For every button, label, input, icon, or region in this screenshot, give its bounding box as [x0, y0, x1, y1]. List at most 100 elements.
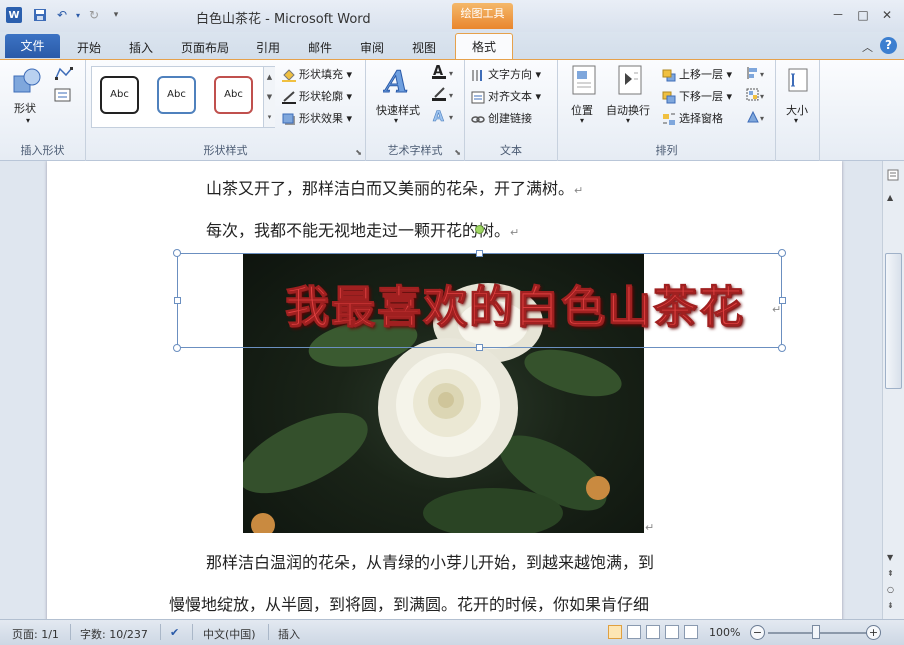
- help-icon[interactable]: ?: [880, 37, 897, 54]
- zoom-out-button[interactable]: −: [750, 625, 765, 640]
- gallery-more-icon[interactable]: ▾: [263, 107, 275, 127]
- word-app-icon[interactable]: W: [6, 7, 22, 23]
- text-outline-icon[interactable]: ▾: [432, 86, 456, 105]
- paragraph-3[interactable]: 那样洁白温润的花朵，从青绿的小芽儿开始，到越来越饱满，到: [206, 549, 654, 573]
- draft-view-icon[interactable]: [684, 625, 698, 639]
- quick-styles-dropdown-icon[interactable]: ▾: [394, 116, 398, 125]
- shape-outline-button[interactable]: 形状轮廓 ▾: [282, 88, 352, 104]
- ruler-toggle-icon[interactable]: [887, 169, 899, 183]
- minimize-button[interactable]: －: [828, 6, 848, 24]
- ribbon: 形状 ▾ 插入形状 Abc Abc Abc ▲ ▼ ▾ 形状填充 ▾ 形状轮廓 …: [0, 59, 904, 161]
- resize-handle-bottom-right[interactable]: [778, 344, 786, 352]
- selection-pane-button[interactable]: 选择窗格: [662, 110, 723, 126]
- insert-mode-indicator[interactable]: 插入: [278, 626, 300, 642]
- full-screen-reading-icon[interactable]: [627, 625, 641, 639]
- shape-style-red[interactable]: Abc: [214, 76, 253, 114]
- resize-handle-bottom[interactable]: [476, 344, 483, 351]
- page-count[interactable]: 页面: 1/1: [12, 626, 59, 642]
- align-icon[interactable]: ▾: [746, 66, 768, 83]
- wordart-quick-style-icon[interactable]: A: [382, 64, 417, 101]
- scroll-down-icon[interactable]: ▼: [887, 553, 893, 562]
- undo-icon[interactable]: ↶: [54, 7, 70, 23]
- outline-view-icon[interactable]: [665, 625, 679, 639]
- group-size: 大小 ▾: [776, 60, 820, 161]
- selection-pane-icon: [662, 113, 676, 126]
- tab-format[interactable]: 格式: [455, 33, 513, 60]
- tab-mailings[interactable]: 邮件: [308, 39, 332, 56]
- paint-bucket-icon: [282, 68, 296, 82]
- paragraph-4[interactable]: 慢慢地绽放，从半圆，到将圆，到满圆。花开的时候，你如果肯仔细: [169, 591, 649, 615]
- zoom-in-button[interactable]: +: [866, 625, 881, 640]
- gallery-down-icon[interactable]: ▼: [263, 87, 275, 107]
- position-dropdown-icon[interactable]: ▾: [580, 116, 584, 125]
- shape-styles-launcher-icon[interactable]: ⬊: [355, 148, 362, 157]
- text-effects-icon[interactable]: A ▾: [432, 108, 456, 127]
- tab-home[interactable]: 开始: [77, 39, 101, 56]
- send-backward-icon: [662, 91, 676, 104]
- size-dropdown-icon[interactable]: ▾: [794, 116, 798, 125]
- shape-style-black[interactable]: Abc: [100, 76, 139, 114]
- tab-page-layout[interactable]: 页面布局: [181, 39, 229, 56]
- svg-text:▾: ▾: [760, 92, 764, 101]
- resize-handle-bottom-left[interactable]: [173, 344, 181, 352]
- undo-dropdown-icon[interactable]: ▾: [70, 7, 86, 23]
- shape-fill-button[interactable]: 形状填充 ▾: [282, 66, 352, 82]
- edit-shape-icon[interactable]: [54, 66, 74, 83]
- shapes-icon[interactable]: [12, 66, 42, 96]
- collapse-ribbon-icon[interactable]: ︿: [862, 39, 873, 55]
- send-backward-button[interactable]: 下移一层 ▾: [662, 88, 732, 104]
- text-box-icon[interactable]: [54, 88, 74, 105]
- tab-view[interactable]: 视图: [412, 39, 436, 56]
- create-link-button[interactable]: 创建链接: [471, 110, 532, 126]
- save-icon[interactable]: [32, 7, 48, 23]
- group-objects-icon[interactable]: ▾: [746, 88, 768, 105]
- proofing-icon[interactable]: ✔: [170, 626, 179, 639]
- resize-handle-top[interactable]: [476, 250, 483, 257]
- previous-page-icon[interactable]: ⇞: [887, 569, 894, 578]
- zoom-level[interactable]: 100%: [709, 626, 740, 639]
- align-text-button[interactable]: 对齐文本 ▾: [471, 88, 541, 104]
- redo-icon[interactable]: ↻: [86, 7, 102, 23]
- drawing-tools-context-label: 绘图工具: [452, 3, 513, 29]
- wrap-text-dropdown-icon[interactable]: ▾: [626, 116, 630, 125]
- word-count[interactable]: 字数: 10/237: [80, 626, 148, 642]
- bring-forward-button[interactable]: 上移一层 ▾: [662, 66, 732, 82]
- browse-object-icon[interactable]: ○: [887, 585, 894, 594]
- text-direction-button[interactable]: 文字方向 ▾: [471, 66, 541, 82]
- size-icon[interactable]: [783, 65, 813, 95]
- tab-references[interactable]: 引用: [256, 39, 280, 56]
- customize-toolbar-icon[interactable]: ▾: [108, 7, 124, 23]
- tab-insert[interactable]: 插入: [129, 39, 153, 56]
- language-indicator[interactable]: 中文(中国): [203, 626, 256, 642]
- svg-text:A: A: [383, 65, 408, 98]
- shape-style-blue[interactable]: Abc: [157, 76, 196, 114]
- zoom-slider-knob[interactable]: [812, 625, 820, 639]
- wrap-text-icon[interactable]: [616, 65, 646, 95]
- shapes-dropdown-icon[interactable]: ▾: [26, 116, 30, 125]
- tab-review[interactable]: 审阅: [360, 39, 384, 56]
- tab-file[interactable]: 文件: [5, 34, 60, 58]
- resize-handle-left[interactable]: [174, 297, 181, 304]
- rotation-handle[interactable]: [475, 225, 484, 234]
- resize-handle-top-right[interactable]: [778, 249, 786, 257]
- rotate-icon[interactable]: ▾: [746, 110, 768, 127]
- text-fill-icon[interactable]: A ▾: [432, 64, 456, 83]
- paragraph-2[interactable]: 每次，我都不能无视地走过一颗开花的树。↵: [206, 217, 519, 241]
- scrollbar-thumb[interactable]: [885, 253, 902, 389]
- shapes-button[interactable]: 形状: [14, 100, 36, 116]
- resize-handle-top-left[interactable]: [173, 249, 181, 257]
- next-page-icon[interactable]: ⇟: [887, 601, 894, 610]
- vertical-scrollbar[interactable]: ▲ ▼ ⇞ ○ ⇟: [882, 161, 904, 619]
- print-layout-icon[interactable]: [608, 625, 622, 639]
- gallery-up-icon[interactable]: ▲: [263, 67, 275, 87]
- web-layout-icon[interactable]: [646, 625, 660, 639]
- paragraph-1[interactable]: 山茶又开了，那样洁白而又美丽的花朵，开了满树。↵: [206, 175, 583, 199]
- text-group-label: 文本: [500, 144, 522, 157]
- scroll-up-icon[interactable]: ▲: [887, 193, 893, 202]
- close-button[interactable]: ✕: [877, 6, 897, 24]
- shape-effects-button[interactable]: 形状效果 ▾: [282, 110, 352, 126]
- position-icon[interactable]: [570, 65, 600, 95]
- wordart-selection-box[interactable]: [177, 253, 782, 348]
- wordart-launcher-icon[interactable]: ⬊: [454, 148, 461, 157]
- restore-button[interactable]: □: [853, 6, 873, 24]
